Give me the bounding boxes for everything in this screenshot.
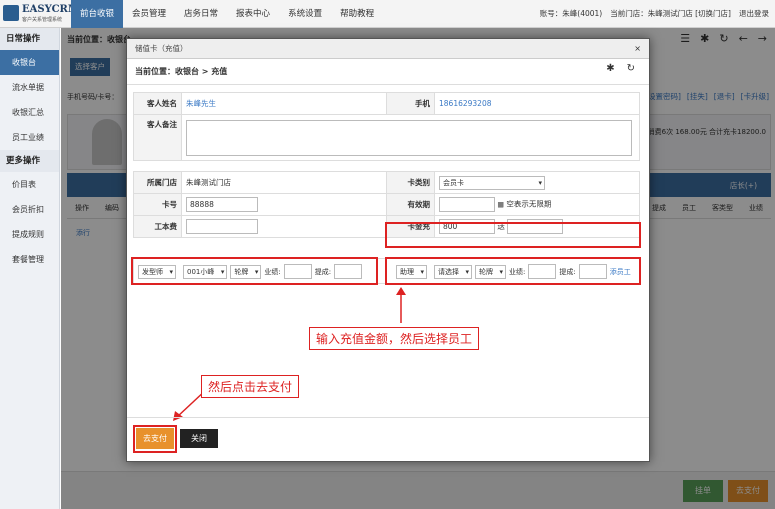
- customer-name-label: 客人姓名: [133, 92, 182, 115]
- top-bar: EASYCRM 客户关系管理系统 前台收银 会员管理 店务日常 报表中心 系统设…: [0, 0, 775, 28]
- refresh-icon[interactable]: ↻: [627, 63, 635, 74]
- callout-click-pay: 然后点击去支付: [201, 375, 300, 398]
- cost-label: 工本费: [133, 215, 182, 238]
- callout-enter-amount: 输入充值金额，然后选择员工: [309, 327, 480, 350]
- sidebar-heading-more: 更多操作: [0, 150, 59, 172]
- staff1-highlight-box: [131, 257, 378, 285]
- card-no-cell: 88888: [181, 193, 387, 216]
- validity-hint: 空表示无限期: [506, 199, 552, 209]
- cost-input[interactable]: [186, 219, 258, 234]
- validity-cell: ▦ 空表示无限期: [434, 193, 640, 216]
- sidebar-item-packages[interactable]: 套餐管理: [0, 247, 59, 272]
- card-no-label: 卡号: [133, 193, 182, 216]
- up-arrow-icon: [396, 287, 406, 323]
- modal-footer: 去支付 关闭: [127, 417, 649, 461]
- card-type-label: 卡类别: [386, 171, 435, 194]
- customer-name-value: 朱峰先生: [181, 92, 387, 115]
- sidebar-item-price-list[interactable]: 价目表: [0, 172, 59, 197]
- store-switch-link[interactable]: 当前门店：朱峰测试门店 [切换门店]: [610, 0, 731, 28]
- phone-label: 手机: [386, 92, 435, 115]
- remark-cell: [181, 114, 640, 161]
- nav-tab-settings[interactable]: 系统设置: [279, 0, 331, 28]
- logo-subtitle: 客户关系管理系统: [22, 17, 63, 23]
- staff2-highlight-box: [385, 257, 641, 285]
- modal-icons: ✱ ↻: [606, 63, 635, 74]
- modal-breadcrumb: 当前位置：收银台 > 充值: [127, 59, 649, 85]
- sidebar-item-summary[interactable]: 收银汇总: [0, 100, 59, 125]
- remark-label: 客人备注: [133, 114, 182, 161]
- phone-value: 18616293208: [434, 92, 640, 115]
- logout-link[interactable]: 退出登录: [739, 0, 769, 28]
- nav-tab-help[interactable]: 帮助教程: [331, 0, 383, 28]
- main-nav: 前台收银 会员管理 店务日常 报表中心 系统设置 帮助教程: [71, 0, 383, 28]
- sidebar-item-records[interactable]: 流水单据: [0, 75, 59, 100]
- sidebar-item-commission-rules[interactable]: 提成规则: [0, 222, 59, 247]
- account-info: 账号：朱峰(4001): [539, 9, 603, 18]
- amount-highlight-box: [385, 222, 641, 248]
- pay-highlight-box: [133, 425, 177, 453]
- modal-close-icon[interactable]: ×: [634, 39, 641, 59]
- card-no-input[interactable]: 88888: [186, 197, 258, 212]
- card-type-cell: 会员卡: [434, 171, 640, 194]
- gear-icon[interactable]: ✱: [606, 63, 614, 74]
- modal-title: 储值卡（充值）: [127, 39, 649, 59]
- store-value: 朱峰测试门店: [181, 171, 387, 194]
- sidebar-heading-daily: 日常操作: [0, 28, 59, 50]
- nav-tab-members[interactable]: 会员管理: [123, 0, 175, 28]
- customer-info-table: 客人姓名 朱峰先生 手机 18616293208 客人备注: [133, 92, 640, 161]
- cost-cell: [181, 215, 387, 238]
- recharge-modal: 储值卡（充值） × 当前位置：收银台 > 充值 ✱ ↻ 客人姓名 朱峰先生 手机…: [126, 38, 650, 462]
- remark-textarea[interactable]: [186, 119, 632, 156]
- sidebar: 日常操作 收银台 流水单据 收银汇总 员工业绩 更多操作 价目表 会员折扣 提成…: [0, 28, 60, 509]
- validity-input[interactable]: [439, 197, 495, 212]
- logo-mark-icon: [3, 5, 19, 21]
- close-button[interactable]: 关闭: [180, 429, 218, 448]
- store-label: 所属门店: [133, 171, 182, 194]
- nav-tab-store-daily[interactable]: 店务日常: [175, 0, 227, 28]
- sidebar-item-staff-perf[interactable]: 员工业绩: [0, 125, 59, 150]
- nav-tab-reports[interactable]: 报表中心: [227, 0, 279, 28]
- nav-tab-cashier[interactable]: 前台收银: [71, 0, 124, 28]
- sidebar-item-cashier[interactable]: 收银台: [0, 50, 59, 75]
- validity-label: 有效期: [386, 193, 435, 216]
- sidebar-item-member-discount[interactable]: 会员折扣: [0, 197, 59, 222]
- card-type-select[interactable]: 会员卡: [439, 175, 545, 190]
- calendar-icon[interactable]: ▦: [497, 201, 504, 209]
- top-info: 账号：朱峰(4001) 当前门店：朱峰测试门店 [切换门店] 退出登录: [540, 0, 769, 28]
- logo: EASYCRM 客户关系管理系统: [3, 3, 79, 25]
